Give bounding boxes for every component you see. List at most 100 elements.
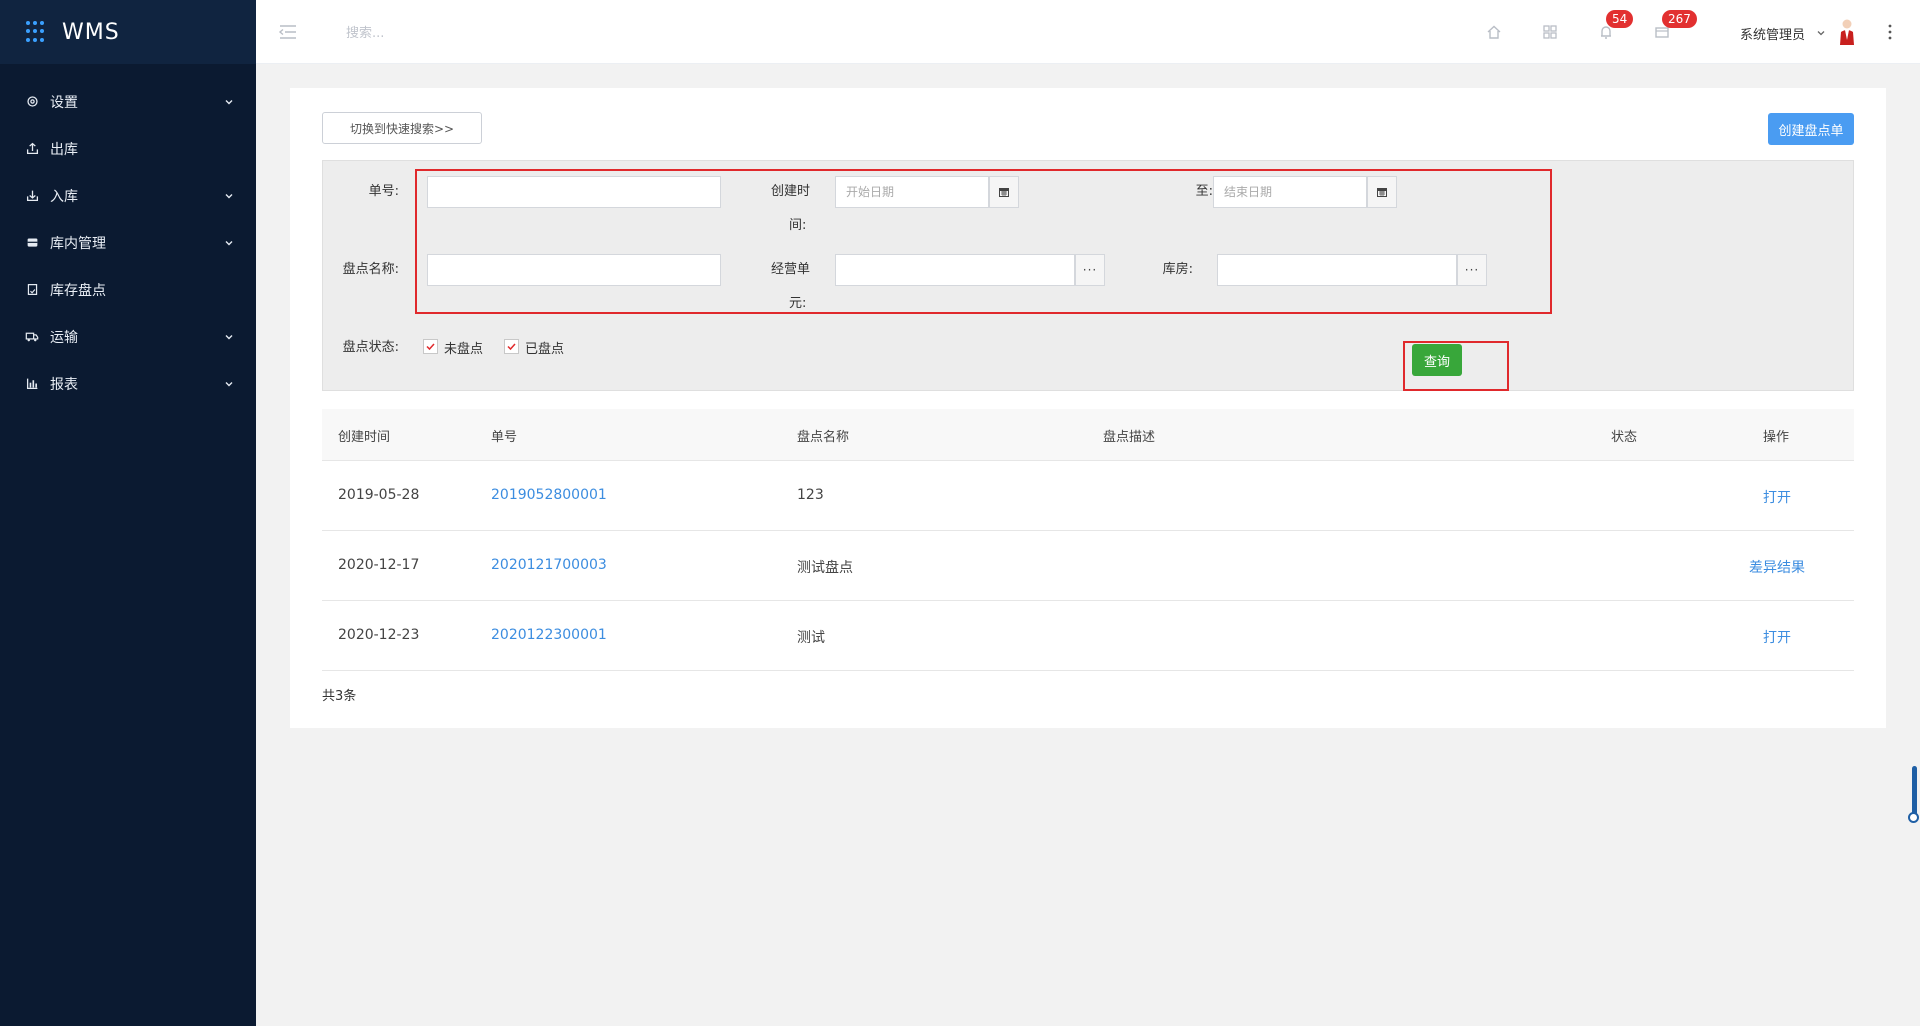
notification-bell-icon[interactable]: 54 [1596,10,1634,42]
sidebar-item-label: 运输 [50,329,78,346]
check-status-label: 盘点状态: [342,340,399,355]
table-row: 2019-05-28 2019052800001 123 打开 [322,461,1854,531]
difference-result-link[interactable]: 差异结果 [1749,557,1805,577]
warehouse-label: 库房: [1162,262,1193,277]
sidebar-item-settings[interactable]: 设置 [0,78,256,125]
truck-icon [24,329,40,345]
open-link[interactable]: 打开 [1763,627,1791,647]
chevron-down-icon [225,99,233,104]
total-count: 共3条 [322,689,357,704]
status-unchecked-label: 未盘点 [444,342,484,357]
status-checked-label: 已盘点 [525,342,565,357]
create-inventory-check-button[interactable]: 创建盘点单 [1768,113,1854,145]
to-label: 至: [1195,184,1213,199]
check-name-label: 盘点名称: [342,262,399,277]
start-date-calendar-button[interactable] [989,176,1019,208]
inventory-check-icon [24,282,40,298]
status-unchecked-checkbox[interactable] [423,339,438,354]
check-name-input[interactable] [427,254,721,286]
search-form: 单号: 创建时 间: 至: 盘点名称: 经营单 元: ··· 库房: ··· 盘… [322,160,1854,391]
business-unit-input[interactable] [835,254,1075,286]
chevron-down-icon [225,193,233,198]
sidebar-item-label: 出库 [50,141,78,158]
brand[interactable]: WMS [0,0,256,64]
status-checked-checkbox[interactable] [504,339,519,354]
order-no-label: 单号: [368,184,399,199]
main-panel: 切换到快速搜索>> 创建盘点单 单号: 创建时 间: 至: 盘点名称: 经营单 … [290,88,1886,728]
sidebar-item-reports[interactable]: 报表 [0,360,256,407]
business-unit-select-button[interactable]: ··· [1075,254,1105,286]
outbound-icon [24,141,40,157]
cell-created: 2020-12-23 [338,627,420,643]
order-no-input[interactable] [427,176,721,208]
column-header-description: 盘点描述 [1103,430,1156,445]
sidebar-item-inbound[interactable]: 入库 [0,172,256,219]
avatar[interactable] [1836,18,1858,46]
notification-badge: 54 [1606,10,1634,28]
table-header: 创建时间 单号 盘点名称 盘点描述 状态 操作 [322,409,1854,461]
column-header-status: 状态 [1611,430,1638,445]
sidebar-item-label: 设置 [50,94,78,111]
table-row: 2020-12-17 2020121700003 测试盘点 差异结果 [322,531,1854,601]
more-vertical-icon[interactable] [1884,22,1896,42]
check-icon [507,343,516,351]
sidebar-item-warehouse-management[interactable]: 库内管理 [0,219,256,266]
calendar-icon [1377,188,1387,197]
gear-icon [24,94,40,110]
bar-chart-icon [24,376,40,392]
column-header-name: 盘点名称 [797,430,850,445]
sidebar-item-transport[interactable]: 运输 [0,313,256,360]
cell-order-no-link[interactable]: 2020122300001 [491,627,607,643]
home-icon[interactable] [1484,22,1504,42]
chevron-down-icon[interactable] [1816,28,1826,38]
switch-quick-search-button[interactable]: 切换到快速搜索>> [322,112,482,144]
chevron-down-icon [225,334,233,339]
menu-toggle-icon[interactable] [278,22,298,42]
scrollbar-handle[interactable] [1908,812,1919,823]
sidebar-item-label: 库存盘点 [50,282,106,299]
warehouse-select-button[interactable]: ··· [1457,254,1487,286]
sidebar-item-label: 库内管理 [50,235,106,252]
end-date-input[interactable] [1213,176,1367,208]
table-row: 2020-12-23 2020122300001 测试 打开 [322,601,1854,671]
sidebar-item-inventory-check[interactable]: 库存盘点 [0,266,256,313]
ellipsis-icon: ··· [1082,263,1098,277]
user-name[interactable]: 系统管理员 [1740,24,1805,43]
cell-created: 2019-05-28 [338,487,420,503]
grid-apps-icon[interactable] [1540,22,1560,42]
cell-name: 测试盘点 [797,560,853,576]
sidebar-item-label: 报表 [50,376,78,393]
business-unit-label: 经营单 [771,262,811,277]
ellipsis-icon: ··· [1464,263,1480,277]
inbound-icon [24,188,40,204]
cell-order-no-link[interactable]: 2020121700003 [491,557,607,573]
message-icon[interactable]: 267 [1652,10,1697,42]
sidebar-nav: 设置 出库 入库 库内管理 库存盘点 运输 报表 [0,78,256,407]
warehouse-input[interactable] [1217,254,1457,286]
check-icon [426,343,435,351]
query-button[interactable]: 查询 [1412,344,1462,376]
chevron-down-icon [225,240,233,245]
message-badge: 267 [1662,10,1697,28]
start-date-input[interactable] [835,176,989,208]
brand-title: WMS [62,19,120,45]
sidebar-item-label: 入库 [50,188,78,205]
created-time-label: 创建时 [771,184,811,199]
cell-created: 2020-12-17 [338,557,420,573]
column-header-created: 创建时间 [338,430,391,445]
calendar-icon [999,188,1009,197]
column-header-order-no: 单号 [491,430,518,445]
global-search-input[interactable] [346,22,606,44]
sidebar-item-outbound[interactable]: 出库 [0,125,256,172]
business-unit-label-cont: 元: [789,296,807,311]
warehouse-icon [24,235,40,251]
sidebar: WMS 设置 出库 入库 库内管理 库存盘点 运输 报表 [0,0,256,1026]
topbar: 54 267 系统管理员 [256,0,1920,64]
cell-name: 123 [797,487,824,503]
column-header-action: 操作 [1763,430,1790,445]
created-time-label-cont: 间: [789,218,807,233]
open-link[interactable]: 打开 [1763,487,1791,507]
chevron-down-icon [225,381,233,386]
end-date-calendar-button[interactable] [1367,176,1397,208]
cell-order-no-link[interactable]: 2019052800001 [491,487,607,503]
